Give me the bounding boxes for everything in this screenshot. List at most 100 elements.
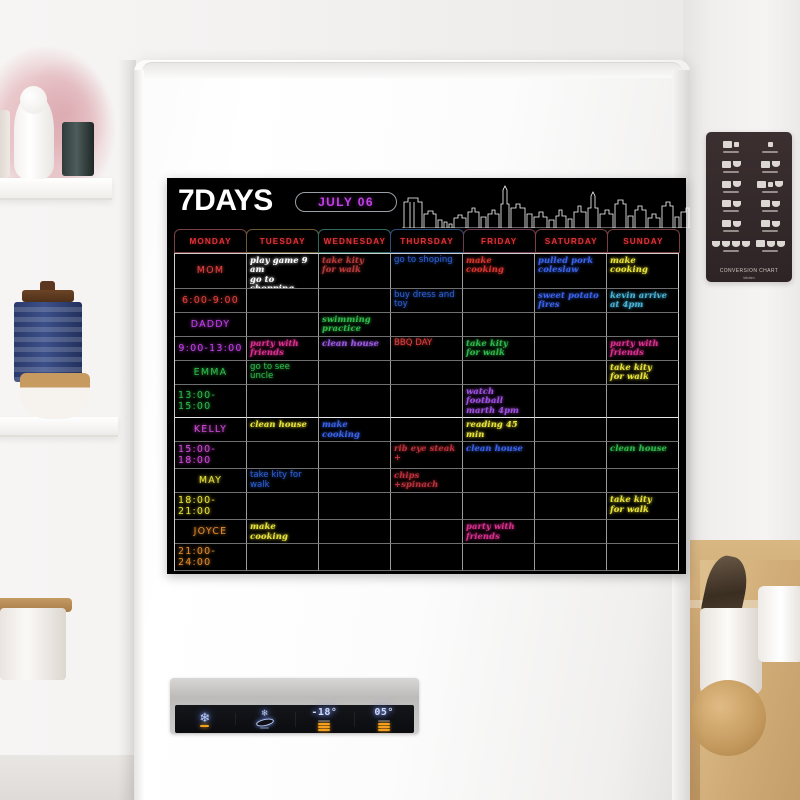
planner-cell[interactable]: buy dress and toy — [391, 288, 463, 314]
planner-cell[interactable] — [247, 493, 319, 521]
planner-cell[interactable]: take kity for walk — [463, 336, 535, 361]
day-header-monday[interactable]: MONDAY — [174, 229, 248, 253]
planner-cell[interactable]: kevin arrive at 4pm — [607, 288, 679, 314]
day-header-wednesday[interactable]: WEDNESDAY — [318, 229, 392, 253]
row-label-cell[interactable]: EMMA — [175, 360, 247, 385]
planner-cell[interactable] — [319, 441, 391, 469]
planner-cell[interactable] — [607, 520, 679, 544]
planner-cell[interactable] — [535, 441, 607, 469]
planner-cell[interactable] — [535, 418, 607, 442]
planner-cell[interactable]: clean house — [319, 336, 391, 361]
row-label-cell[interactable]: KELLY — [175, 418, 247, 442]
planner-cell[interactable] — [319, 520, 391, 544]
planner-cell[interactable] — [391, 360, 463, 385]
weekly-planner-board[interactable]: 7DAYS JULY 06 MONDAY TUESDAY WEDNESDAY T… — [167, 178, 690, 574]
planner-cell[interactable] — [535, 313, 607, 337]
planner-cell[interactable] — [391, 493, 463, 521]
planner-cell[interactable]: watch football marth 4pm — [463, 384, 535, 419]
planner-cell[interactable] — [535, 493, 607, 521]
planner-cell[interactable] — [535, 336, 607, 361]
planner-cell[interactable] — [391, 544, 463, 571]
planner-cell[interactable]: make cooking — [319, 418, 391, 442]
planner-cell[interactable] — [319, 544, 391, 571]
planner-cell[interactable] — [463, 493, 535, 521]
planner-cell[interactable] — [463, 544, 535, 571]
row-label-cell[interactable]: 6:00-9:00 — [175, 288, 247, 314]
planner-cell[interactable] — [319, 288, 391, 314]
planner-cell[interactable] — [535, 544, 607, 571]
date-badge[interactable]: JULY 06 — [295, 192, 397, 212]
planner-cell[interactable] — [535, 468, 607, 494]
planner-cell[interactable]: take kity for walk — [607, 360, 679, 385]
planner-cell[interactable]: pulled pork coleslaw — [535, 254, 607, 289]
planner-cell[interactable] — [535, 360, 607, 385]
planner-cell[interactable] — [391, 384, 463, 419]
planner-cell[interactable]: make cooking — [463, 254, 535, 289]
day-header-tuesday[interactable]: TUESDAY — [246, 229, 320, 253]
planner-cell[interactable]: party with friends — [607, 336, 679, 361]
planner-cell[interactable] — [391, 418, 463, 442]
planner-cell[interactable] — [247, 544, 319, 571]
planner-cell[interactable]: rib eye steak + — [391, 441, 463, 469]
panel-button-fast-freeze[interactable]: ❄ — [234, 709, 295, 729]
planner-cell[interactable]: clean house — [607, 441, 679, 469]
day-header-label: WEDNESDAY — [323, 236, 387, 246]
planner-cell[interactable]: take kity for walk — [319, 254, 391, 289]
planner-cell[interactable] — [319, 468, 391, 494]
day-header-thursday[interactable]: THURSDAY — [390, 229, 464, 253]
planner-cell[interactable] — [463, 313, 535, 337]
planner-cell[interactable] — [247, 313, 319, 337]
planner-cell[interactable]: chips +spinach — [391, 468, 463, 494]
planner-cell[interactable] — [247, 288, 319, 314]
planner-cell[interactable]: make cooking — [247, 520, 319, 544]
day-header-saturday[interactable]: SATURDAY — [534, 229, 608, 253]
planner-cell[interactable]: party with friends — [247, 336, 319, 361]
row-label-cell[interactable]: MAY — [175, 468, 247, 494]
planner-cell[interactable]: BBQ DAY — [391, 336, 463, 361]
row-label-cell[interactable]: 18:00-21:00 — [175, 493, 247, 521]
planner-cell[interactable]: party with friends — [463, 520, 535, 544]
planner-cell[interactable] — [391, 313, 463, 337]
planner-cell[interactable] — [319, 493, 391, 521]
planner-cell[interactable] — [607, 384, 679, 419]
panel-fridge-temp[interactable]: 05° — [354, 707, 414, 731]
planner-cell[interactable]: go to see uncle — [247, 360, 319, 385]
planner-cell[interactable] — [607, 468, 679, 494]
row-label-cell[interactable]: 13:00-15:00 — [175, 384, 247, 419]
planner-cell[interactable] — [535, 520, 607, 544]
planner-cell[interactable] — [319, 360, 391, 385]
row-label-cell[interactable]: JOYCE — [175, 520, 247, 544]
day-header-sunday[interactable]: SUNDAY — [606, 229, 680, 253]
planner-cell[interactable]: swimming practice — [319, 313, 391, 337]
panel-freezer-temp[interactable]: -18° — [294, 707, 355, 731]
planner-cell[interactable]: sweet potato fires — [535, 288, 607, 314]
row-label-cell[interactable]: MOM — [175, 254, 247, 289]
planner-cell[interactable] — [607, 418, 679, 442]
planner-cell[interactable]: clean house — [463, 441, 535, 469]
planner-cell[interactable] — [319, 384, 391, 419]
planner-cell[interactable]: reading 45 min — [463, 418, 535, 442]
row-label-cell[interactable]: 15:00-18:00 — [175, 441, 247, 469]
planner-cell[interactable]: take kity for walk — [607, 493, 679, 521]
planner-cell[interactable] — [463, 288, 535, 314]
planner-cell[interactable]: clean house — [247, 418, 319, 442]
planner-cell[interactable] — [391, 520, 463, 544]
day-header-friday[interactable]: FRIDAY — [462, 229, 536, 253]
planner-cell[interactable]: make cooking — [607, 254, 679, 289]
planner-cell[interactable] — [607, 313, 679, 337]
row-label-cell[interactable]: 9:00-13:00 — [175, 336, 247, 361]
planner-cell[interactable] — [247, 441, 319, 469]
row-label-cell[interactable]: 21:00-24:00 — [175, 544, 247, 571]
fridge-control-panel[interactable]: ❄ ❄ -18° 05° — [175, 705, 414, 733]
planner-cell[interactable] — [535, 384, 607, 419]
planner-cell[interactable]: play game 9 am go to shopping 5pm — [247, 254, 319, 289]
planner-cell[interactable]: take kity for walk — [247, 468, 319, 494]
planner-cell[interactable] — [607, 544, 679, 571]
planner-cell[interactable] — [463, 360, 535, 385]
row-label-cell[interactable]: DADDY — [175, 313, 247, 337]
planner-cell[interactable] — [463, 468, 535, 494]
planner-cell[interactable]: go to shoping — [391, 254, 463, 289]
planner-cell[interactable] — [247, 384, 319, 419]
panel-button-ice[interactable]: ❄ — [175, 711, 235, 728]
planner-title: 7DAYS — [178, 184, 273, 217]
